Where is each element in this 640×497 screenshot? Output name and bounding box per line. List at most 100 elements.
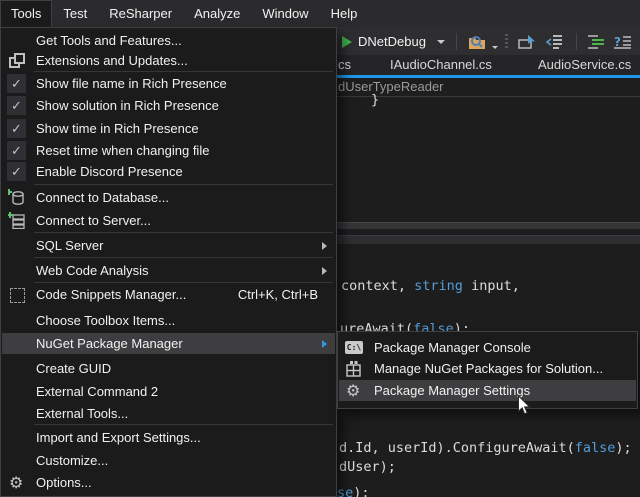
- menu-separator: [34, 424, 333, 425]
- indent-lines-icon[interactable]: [588, 35, 606, 49]
- menubar-item-window[interactable]: Window: [251, 0, 319, 27]
- menu-item-show-file-name[interactable]: ✓ Show file name in Rich Presence: [2, 73, 335, 94]
- tab-iaudiochannel[interactable]: IAudioChannel.cs: [390, 55, 492, 75]
- menu-item-reset-time[interactable]: ✓ Reset time when changing file: [2, 140, 335, 161]
- menu-item-label: External Tools...: [36, 406, 128, 421]
- toolbar-separator: [456, 33, 457, 50]
- menu-bar: Tools Test ReSharper Analyze Window Help: [0, 0, 640, 27]
- menu-item-label: Get Tools and Features...: [36, 33, 182, 48]
- menu-item-options[interactable]: ⚙ Options...: [2, 472, 335, 493]
- menu-item-sql-server[interactable]: SQL Server: [2, 235, 335, 256]
- menu-separator: [34, 184, 333, 185]
- menu-item-label: Choose Toolbox Items...: [36, 313, 175, 328]
- run-config-selector[interactable]: DNetDebug: [358, 34, 426, 49]
- chevron-down-icon[interactable]: [437, 40, 445, 44]
- find-in-files-icon[interactable]: [468, 34, 487, 50]
- menu-item-show-solution[interactable]: ✓ Show solution in Rich Presence: [2, 95, 335, 116]
- menu-item-label: Enable Discord Presence: [36, 164, 183, 179]
- tab-audioservice[interactable]: AudioService.cs: [538, 55, 631, 75]
- menu-item-customize[interactable]: Customize...: [2, 450, 335, 471]
- mouse-cursor: [517, 395, 531, 421]
- menu-item-label: Import and Export Settings...: [36, 430, 201, 445]
- code-line: context, string input,: [341, 278, 520, 294]
- server-icon: [8, 212, 26, 234]
- menubar-item-test[interactable]: Test: [52, 0, 98, 27]
- code-line: dUser);: [339, 459, 396, 475]
- menu-item-create-guid[interactable]: Create GUID: [2, 358, 335, 379]
- submenu-item-package-manager-console[interactable]: C:\ Package Manager Console: [339, 337, 636, 358]
- menu-item-label: Create GUID: [36, 361, 111, 376]
- menu-item-extensions-and-updates[interactable]: Extensions and Updates...: [2, 50, 335, 71]
- menu-item-label: Web Code Analysis: [36, 263, 149, 278]
- code-line: d.Id, userId).ConfigureAwait(false);: [339, 440, 632, 456]
- checkmark-icon: ✓: [7, 119, 26, 138]
- menubar-item-analyze[interactable]: Analyze: [183, 0, 251, 27]
- chevron-down-icon[interactable]: [492, 46, 498, 49]
- menu-item-label: Code Snippets Manager...: [36, 287, 186, 302]
- menu-item-web-code-analysis[interactable]: Web Code Analysis: [2, 260, 335, 281]
- toolbar-grip[interactable]: [505, 34, 508, 50]
- checkmark-icon: ✓: [7, 162, 26, 181]
- menu-item-label: Customize...: [36, 453, 108, 468]
- menu-item-label: Show time in Rich Presence: [36, 121, 199, 136]
- menu-item-choose-toolbox-items[interactable]: Choose Toolbox Items...: [2, 310, 335, 331]
- nuget-submenu: C:\ Package Manager Console Manage NuGet…: [337, 331, 638, 409]
- menu-item-connect-to-server[interactable]: Connect to Server...: [2, 210, 335, 231]
- navigate-pointer-icon[interactable]: [517, 34, 537, 50]
- tools-menu-dropdown: Get Tools and Features... Extensions and…: [0, 27, 337, 497]
- menu-item-label: Options...: [36, 475, 92, 490]
- menubar-item-resharper[interactable]: ReSharper: [98, 0, 183, 27]
- menu-item-label: Connect to Database...: [36, 190, 169, 205]
- extensions-icon: [9, 53, 24, 68]
- menu-item-external-tools[interactable]: External Tools...: [2, 403, 335, 424]
- menu-separator: [34, 257, 333, 258]
- menu-item-nuget-package-manager[interactable]: NuGet Package Manager: [2, 333, 335, 354]
- menu-item-label: Manage NuGet Packages for Solution...: [374, 358, 603, 379]
- menu-separator: [34, 232, 333, 233]
- menu-item-label: Show solution in Rich Presence: [36, 98, 219, 113]
- menu-item-label: Package Manager Console: [374, 337, 531, 358]
- submenu-arrow-icon: [322, 340, 327, 348]
- menubar-item-help[interactable]: Help: [320, 0, 369, 27]
- run-icon[interactable]: [342, 36, 352, 48]
- tab-partial[interactable]: cs: [338, 55, 351, 75]
- console-icon: C:\: [345, 341, 363, 354]
- format-question-icon[interactable]: ?: [614, 35, 632, 49]
- menu-item-label: Reset time when changing file: [36, 143, 209, 158]
- menu-shortcut: Ctrl+K, Ctrl+B: [238, 287, 318, 302]
- menu-item-enable-discord[interactable]: ✓ Enable Discord Presence: [2, 161, 335, 182]
- menu-item-label: External Command 2: [36, 384, 158, 399]
- checkmark-icon: ✓: [7, 74, 26, 93]
- submenu-item-manage-nuget-packages[interactable]: Manage NuGet Packages for Solution...: [339, 358, 636, 379]
- menu-item-external-command-2[interactable]: External Command 2: [2, 381, 335, 402]
- vs-ide-window: DNetDebug: [0, 0, 640, 497]
- menu-separator: [34, 71, 333, 72]
- gear-icon: ⚙: [346, 380, 360, 401]
- menu-item-code-snippets-manager[interactable]: Code Snippets Manager... Ctrl+K, Ctrl+B: [2, 284, 335, 305]
- code-line: se);: [337, 485, 370, 497]
- menu-item-connect-to-database[interactable]: Connect to Database...: [2, 187, 335, 208]
- nuget-package-icon: [346, 361, 362, 382]
- submenu-arrow-icon: [322, 242, 327, 250]
- menu-item-label: Extensions and Updates...: [36, 53, 188, 68]
- menu-item-label: Show file name in Rich Presence: [36, 76, 227, 91]
- menu-item-import-export-settings[interactable]: Import and Export Settings...: [2, 427, 335, 448]
- copy-lines-icon[interactable]: [545, 34, 565, 50]
- database-icon: [8, 189, 26, 211]
- menu-item-label: Package Manager Settings: [374, 380, 530, 401]
- menu-item-label: SQL Server: [36, 238, 103, 253]
- gear-icon: ⚙: [9, 472, 23, 493]
- submenu-item-package-manager-settings[interactable]: ⚙ Package Manager Settings: [339, 380, 636, 401]
- menubar-item-tools[interactable]: Tools: [0, 0, 52, 28]
- toolbar-group: DNetDebug: [338, 27, 640, 56]
- navbar-type-name[interactable]: dUserTypeReader: [338, 79, 444, 94]
- menu-separator: [34, 282, 333, 283]
- checkmark-icon: ✓: [7, 141, 26, 160]
- code-line: }: [371, 92, 379, 108]
- menu-item-show-time[interactable]: ✓ Show time in Rich Presence: [2, 118, 335, 139]
- menu-item-get-tools-and-features[interactable]: Get Tools and Features...: [2, 30, 335, 51]
- menu-item-label: Connect to Server...: [36, 213, 151, 228]
- submenu-arrow-icon: [322, 267, 327, 275]
- code-snippet-icon: [10, 288, 25, 303]
- menu-item-label: NuGet Package Manager: [36, 336, 183, 351]
